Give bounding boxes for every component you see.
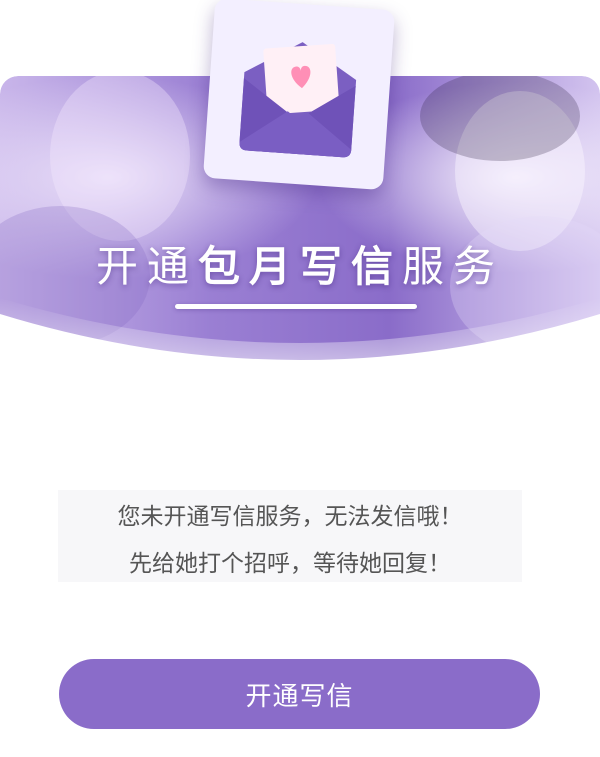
title-suffix: 服务 [402, 242, 505, 291]
envelope-heart-icon [239, 42, 357, 158]
message-line-1: 您未开通写信服务，无法发信哦！ [117, 504, 463, 530]
message-line-2: 先给她打个招呼，等待她回复！ [129, 551, 451, 577]
title-prefix: 开通 [95, 242, 198, 291]
title-highlight: 包月写信 [197, 242, 402, 291]
message-box: 您未开通写信服务，无法发信哦！ 先给她打个招呼，等待她回复！ [58, 490, 522, 582]
open-letter-service-button[interactable]: 开通写信 [59, 659, 540, 729]
title-underline [175, 304, 417, 309]
envelope-card [202, 0, 396, 191]
header-title: 开通包月写信服务 [0, 233, 600, 294]
